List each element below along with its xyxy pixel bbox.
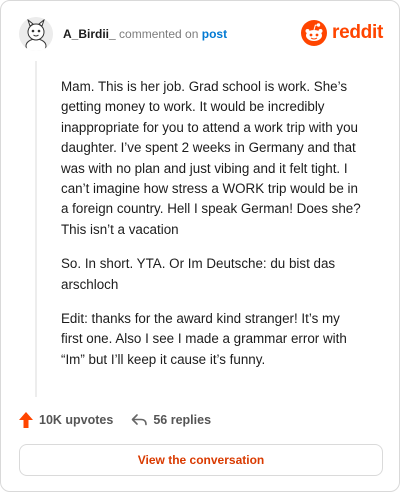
view-conversation-button[interactable]: View the conversation bbox=[19, 444, 383, 476]
comment-card: A_Birdii_ commented on post reddit Mam. … bbox=[0, 0, 400, 492]
username[interactable]: A_Birdii_ bbox=[63, 27, 116, 41]
post-link[interactable]: post bbox=[202, 27, 227, 41]
comment-body: Mam. This is her job. Grad school is wor… bbox=[61, 77, 361, 384]
comment-paragraph: Mam. This is her job. Grad school is wor… bbox=[61, 79, 361, 237]
comment-meta: A_Birdii_ commented on post bbox=[63, 27, 227, 41]
comment-paragraph: So. In short. YTA. Or Im Deutsche: du bi… bbox=[61, 256, 336, 292]
upvotes-count: 10K upvotes bbox=[39, 413, 114, 427]
brand-wordmark: reddit bbox=[332, 22, 383, 43]
avatar-illustration bbox=[19, 17, 53, 51]
reddit-logo-icon bbox=[301, 20, 328, 46]
reddit-brand[interactable]: reddit bbox=[301, 19, 383, 47]
comment-header: A_Birdii_ commented on post reddit bbox=[19, 17, 383, 53]
replies-count: 56 replies bbox=[153, 413, 212, 427]
thread-line bbox=[35, 61, 37, 397]
replies-stat[interactable]: 56 replies bbox=[131, 413, 211, 427]
upvotes-stat[interactable]: 10K upvotes bbox=[19, 412, 113, 428]
comment-stats: 10K upvotes 56 replies bbox=[19, 409, 229, 431]
upvote-arrow-icon bbox=[19, 412, 33, 428]
comment-paragraph: Edit: thanks for the award kind stranger… bbox=[61, 311, 347, 367]
comment-action-text: commented on bbox=[119, 27, 199, 41]
avatar[interactable] bbox=[19, 17, 53, 51]
reply-arrow-icon bbox=[132, 414, 148, 426]
